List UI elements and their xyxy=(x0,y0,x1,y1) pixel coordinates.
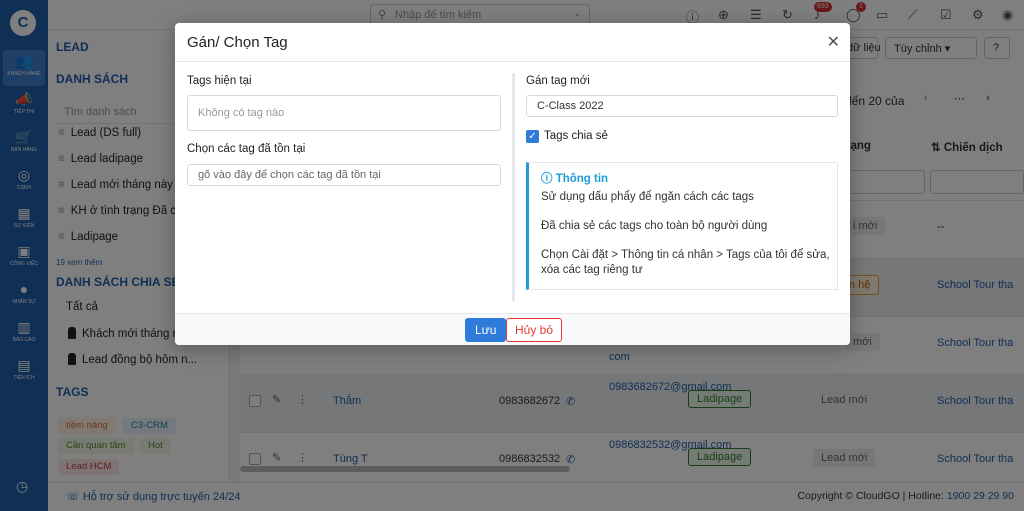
info-line: Đã chia sẻ các tags cho toàn bộ người dù… xyxy=(541,220,768,232)
cancel-button[interactable]: Hủy bỏ xyxy=(506,318,563,342)
info-icon: ⓘ xyxy=(541,173,553,185)
new-tag-label: Gán tag mới xyxy=(526,75,590,87)
new-tag-input[interactable]: C-Class 2022 xyxy=(526,95,838,117)
info-title: ⓘ Thông tin xyxy=(541,170,608,186)
save-button[interactable]: Lưu xyxy=(465,318,507,342)
info-line: Sử dụng dấu phẩy để ngăn cách các tags xyxy=(541,191,754,203)
current-tags-label: Tags hiện tại xyxy=(187,75,252,87)
info-title-text: Thông tin xyxy=(555,173,609,185)
choose-existing-label: Chọn các tag đã tồn tại xyxy=(187,143,306,155)
close-icon[interactable]: ✕ xyxy=(827,32,840,52)
tag-modal: Gán/ Chọn Tag ✕ Tags hiện tại Không có t… xyxy=(175,23,850,345)
modal-title: Gán/ Chọn Tag xyxy=(187,34,288,51)
existing-tags-input[interactable]: gõ vào đây để chọn các tag đã tồn tại xyxy=(187,164,501,186)
column-divider xyxy=(512,73,515,301)
share-tags-label[interactable]: Tags chia sẻ xyxy=(544,130,608,142)
share-tags-checkbox[interactable]: ✓ xyxy=(526,130,539,143)
info-box: ⓘ Thông tin Sử dụng dấu phẩy để ngăn các… xyxy=(526,162,838,290)
info-line: Chọn Cài đặt > Thông tin cá nhân > Tags … xyxy=(541,249,830,276)
current-tags-box: Không có tag nào xyxy=(187,95,501,131)
modal-header: Gán/ Chọn Tag ✕ xyxy=(175,23,850,62)
modal-footer: Lưu Hủy bỏ xyxy=(175,313,850,345)
